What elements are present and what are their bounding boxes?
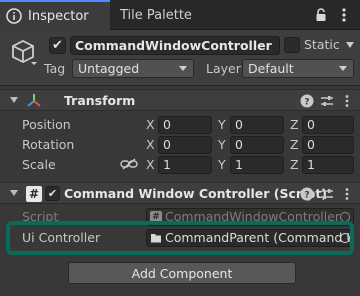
static-dropdown-arrow-icon[interactable]	[346, 42, 354, 48]
scale-x-field[interactable]: 1	[158, 156, 212, 174]
presets-icon[interactable]	[320, 187, 334, 201]
position-z-field[interactable]: 0	[302, 116, 354, 134]
component-enabled-checkbox[interactable]: ✔	[45, 186, 60, 201]
position-x-field[interactable]: 0	[158, 116, 212, 134]
position-y-field[interactable]: 0	[230, 116, 284, 134]
lock-icon[interactable]	[314, 8, 328, 22]
tag-dropdown[interactable]: Untagged	[72, 59, 194, 78]
layer-dropdown[interactable]: Default	[242, 59, 354, 78]
axis-z-label: Z	[290, 157, 299, 172]
position-label: Position	[22, 117, 71, 132]
axis-x-label: X	[146, 117, 155, 132]
scale-z-field[interactable]: 1	[302, 156, 354, 174]
context-menu-icon[interactable]	[340, 187, 354, 201]
chevron-down-icon	[339, 66, 347, 71]
active-checkbox[interactable]: ✔	[49, 37, 66, 54]
tab-inspector[interactable]: Inspector	[0, 0, 110, 30]
axis-y-label: Y	[218, 117, 226, 132]
tag-dropdown-value: Untagged	[78, 61, 140, 76]
highlight-box	[6, 221, 354, 255]
tab-tile-palette-label: Tile Palette	[120, 7, 192, 23]
svg-text:?: ?	[304, 191, 309, 201]
help-icon[interactable]: ?	[300, 94, 314, 108]
axis-y-label: Y	[218, 137, 226, 152]
tag-label: Tag	[44, 61, 66, 76]
rotation-y-field[interactable]: 0	[230, 136, 284, 154]
more-menu-icon[interactable]	[338, 6, 350, 24]
transform-title: Transform	[64, 93, 136, 108]
fold-arrow-icon[interactable]	[10, 97, 18, 103]
axis-z-label: Z	[290, 137, 299, 152]
tab-tile-palette[interactable]: Tile Palette	[120, 0, 192, 30]
rotation-label: Rotation	[22, 137, 75, 152]
context-menu-icon[interactable]	[340, 94, 354, 108]
scale-y-field[interactable]: 1	[230, 156, 284, 174]
help-icon[interactable]: ?	[300, 187, 314, 201]
layer-dropdown-value: Default	[248, 61, 294, 76]
layer-label: Layer	[206, 61, 241, 76]
constrain-proportions-icon[interactable]	[120, 157, 138, 171]
script-component-title: Command Window Controller (Script)	[64, 186, 328, 201]
chevron-down-icon	[179, 66, 187, 71]
rotation-x-field[interactable]: 0	[158, 136, 212, 154]
transform-axes-icon	[26, 93, 42, 109]
axis-z-label: Z	[290, 117, 299, 132]
fold-arrow-icon[interactable]	[10, 190, 18, 196]
static-label: Static	[304, 37, 340, 52]
presets-icon[interactable]	[320, 94, 334, 108]
axis-y-label: Y	[218, 157, 226, 172]
rotation-z-field[interactable]: 0	[302, 136, 354, 154]
scale-label: Scale	[22, 157, 56, 172]
axis-x-label: X	[146, 137, 155, 152]
gameobject-cube-icon[interactable]	[8, 36, 40, 68]
info-icon	[6, 8, 22, 24]
gameobject-name-field[interactable]: CommandWindowController	[70, 36, 280, 55]
static-checkbox[interactable]	[284, 37, 300, 53]
csharp-script-icon: #	[26, 186, 42, 202]
add-component-button[interactable]: Add Component	[68, 262, 296, 284]
tab-inspector-label: Inspector	[28, 8, 89, 24]
axis-x-label: X	[146, 157, 155, 172]
svg-text:?: ?	[304, 98, 309, 108]
